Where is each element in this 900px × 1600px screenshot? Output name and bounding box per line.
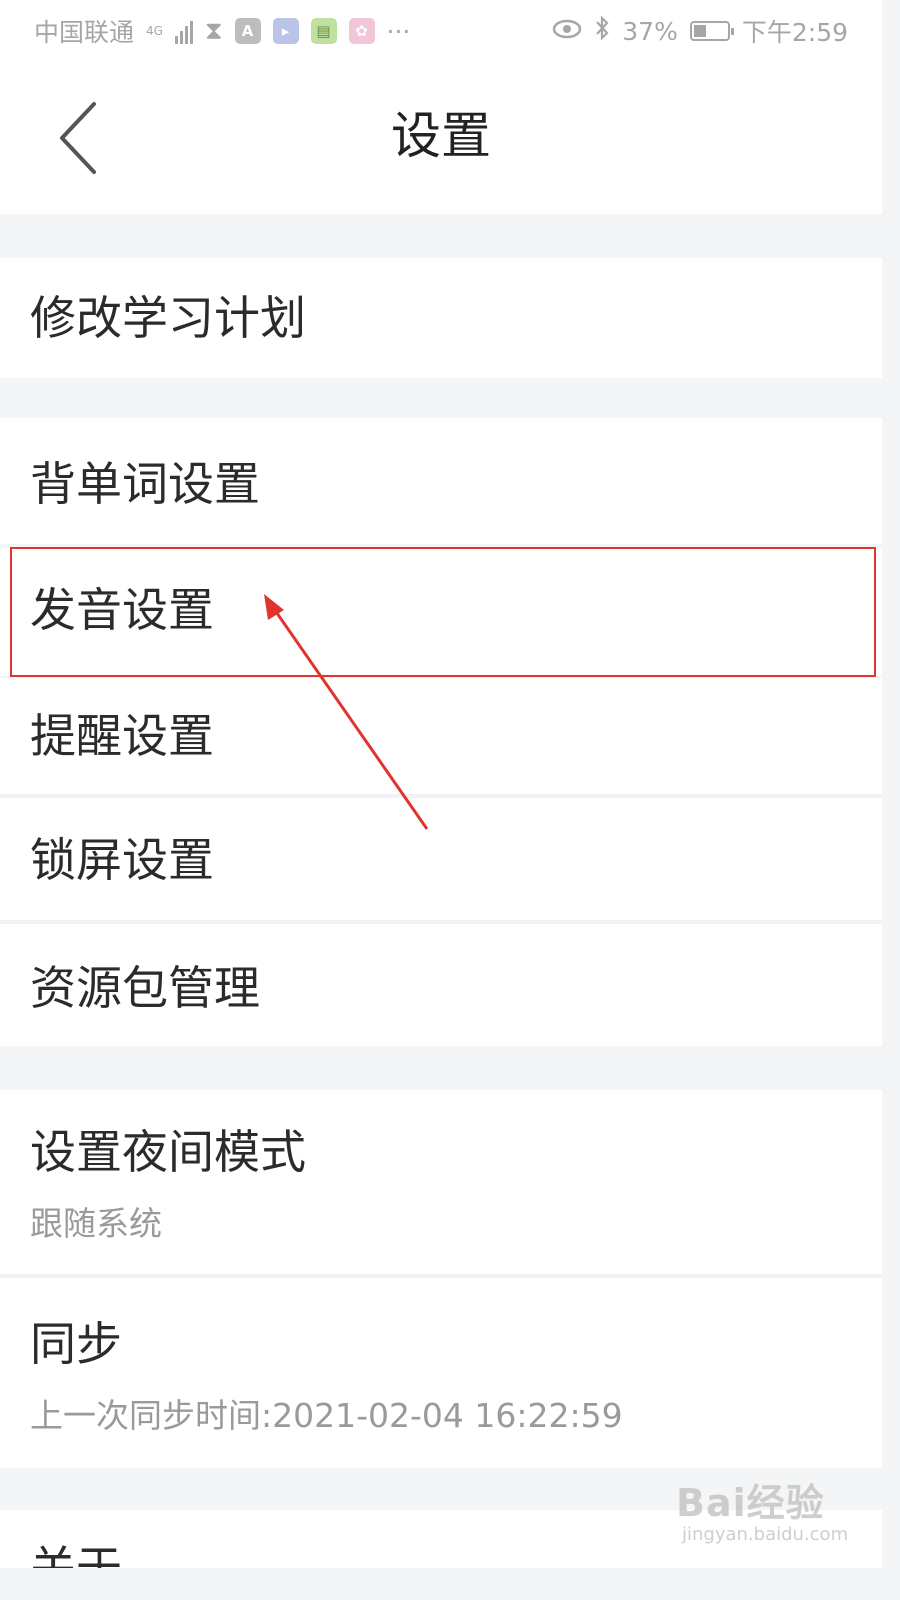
reader-icon: ▤: [310, 18, 337, 44]
row-night-mode[interactable]: 设置夜间模式 跟随系统: [0, 1090, 882, 1274]
battery-icon: [689, 21, 734, 41]
app-icon: ▸: [272, 18, 299, 44]
network-type: 4G: [146, 23, 163, 38]
status-left: 中国联通 4G ⧗ A ▸ ▤ ✿ ···: [34, 13, 410, 49]
signal-icon: [174, 18, 193, 44]
row-reminder[interactable]: 提醒设置: [0, 678, 882, 794]
row-night-mode-value: 跟随系统: [30, 1204, 162, 1243]
nav-bar: 设置: [0, 62, 882, 214]
row-lock-screen-label: 锁屏设置: [30, 833, 214, 887]
row-about-label: 关于: [30, 1541, 122, 1568]
page-title: 设置: [391, 107, 491, 165]
row-word-settings[interactable]: 背单词设置: [0, 418, 882, 544]
status-bar: 中国联通 4G ⧗ A ▸ ▤ ✿ ··· 37% 下午2:59: [0, 0, 882, 62]
bluetooth-icon: [594, 15, 610, 47]
a-icon: A: [234, 18, 261, 44]
more-icon: ···: [386, 16, 411, 46]
row-pronunciation[interactable]: 发音设置: [0, 548, 882, 676]
row-night-mode-label: 设置夜间模式: [30, 1125, 306, 1179]
row-pronunciation-label: 发音设置: [30, 583, 214, 637]
row-reminder-label: 提醒设置: [30, 709, 214, 763]
row-sync[interactable]: 同步 上一次同步时间:2021-02-04 16:22:59: [0, 1278, 882, 1468]
carrier-label: 中国联通: [34, 18, 135, 47]
row-resource-pack-label: 资源包管理: [30, 961, 260, 1015]
row-lock-screen[interactable]: 锁屏设置: [0, 798, 882, 920]
flower-icon: ✿: [348, 18, 375, 44]
row-study-plan-label: 修改学习计划: [30, 291, 306, 345]
battery-percent: 37%: [622, 16, 678, 46]
hourglass-icon: ⧗: [204, 16, 223, 45]
row-about[interactable]: 关于: [0, 1510, 882, 1568]
status-right: 37% 下午2:59: [552, 13, 848, 49]
row-sync-value: 上一次同步时间:2021-02-04 16:22:59: [30, 1396, 623, 1435]
row-sync-label: 同步: [30, 1317, 122, 1371]
row-study-plan[interactable]: 修改学习计划: [0, 258, 882, 378]
eye-icon: [552, 17, 582, 46]
row-resource-pack[interactable]: 资源包管理: [0, 924, 882, 1046]
row-word-settings-label: 背单词设置: [30, 457, 260, 511]
clock: 下午2:59: [741, 18, 848, 47]
